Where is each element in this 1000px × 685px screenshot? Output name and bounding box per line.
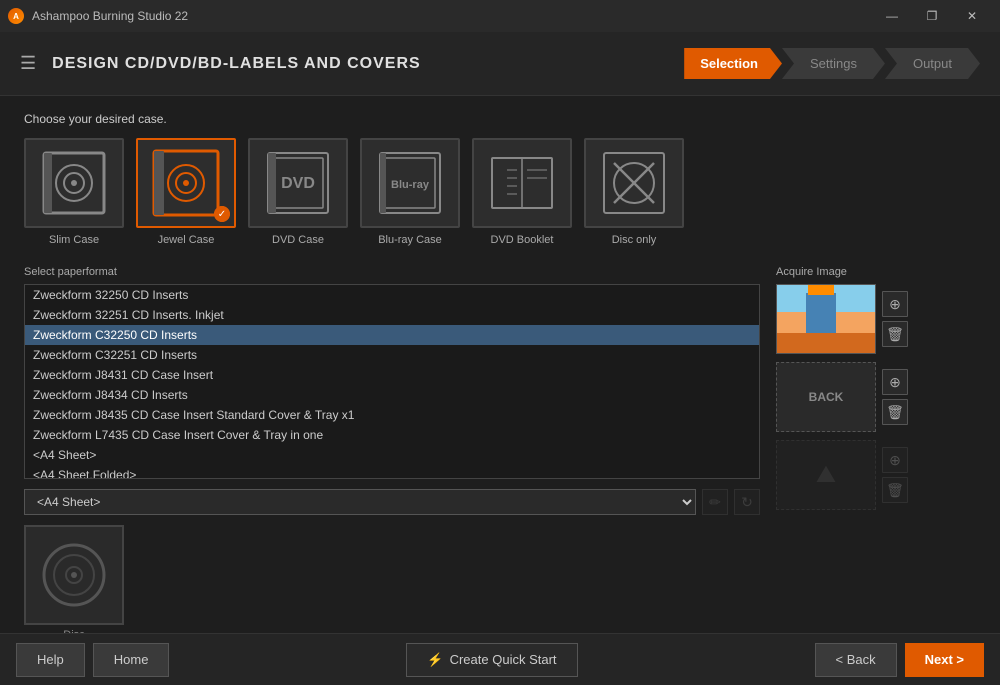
case-disc-only-box[interactable] [584,138,684,228]
footer-center: ⚡ Create Quick Start [406,643,577,677]
front-image-actions: ⊕ 🗑 [882,291,908,347]
right-column: Acquire Image ⊕ 🗑 BACK ⊕ [776,266,976,633]
case-dvd[interactable]: DVD DVD Case [248,138,348,246]
case-bluray[interactable]: Blu-ray Blu-ray Case [360,138,460,246]
back-image-slot: BACK [776,362,876,432]
extra-delete-button: 🗑 [882,477,908,503]
disc-preview-container: Disc [24,525,124,633]
choose-case-label: Choose your desired case. [24,112,976,126]
create-quick-start-button[interactable]: ⚡ Create Quick Start [406,643,577,677]
home-button[interactable]: Home [93,643,170,677]
back-button[interactable]: < Back [815,643,897,677]
disc-preview-icon [39,540,109,610]
paper-dropdown[interactable]: <A4 Sheet> [24,489,696,515]
back-delete-button[interactable]: 🗑 [882,399,908,425]
breadcrumb-output[interactable]: Output [885,48,980,79]
case-dvd-box[interactable]: DVD [248,138,348,228]
window-controls: — ❐ ✕ [872,0,992,32]
edit-icon-button: ✏ [702,489,728,515]
acquire-image-title: Acquire Image [776,266,976,278]
dvd-case-icon: DVD [263,148,333,218]
paper-item-4[interactable]: Zweckform C32251 CD Inserts [25,345,759,365]
header: ☰ DESIGN CD/DVD/BD-LABELS AND COVERS Sel… [0,32,1000,96]
breadcrumb-settings[interactable]: Settings [782,48,885,79]
breadcrumb: Selection Settings Output [684,48,980,79]
case-dvd-label: DVD Case [272,234,324,246]
footer: Help Home ⚡ Create Quick Start < Back Ne… [0,633,1000,685]
back-image-row: BACK ⊕ 🗑 [776,362,976,432]
case-booklet[interactable]: DVD Booklet [472,138,572,246]
beach-building [806,293,836,333]
paper-item-3[interactable]: Zweckform C32250 CD Inserts [25,325,759,345]
svg-text:DVD: DVD [281,175,315,192]
menu-icon[interactable]: ☰ [20,53,36,74]
front-delete-button[interactable]: 🗑 [882,321,908,347]
extra-add-button: ⊕ [882,447,908,473]
disc-only-icon [599,148,669,218]
create-label: Create Quick Start [450,652,557,667]
back-add-button[interactable]: ⊕ [882,369,908,395]
front-image-preview [777,284,875,354]
next-button[interactable]: Next > [905,643,984,677]
minimize-button[interactable]: — [872,0,912,32]
case-jewel[interactable]: ✓ Jewel Case [136,138,236,246]
case-disc-only[interactable]: Disc only [584,138,684,246]
close-button[interactable]: ✕ [952,0,992,32]
paper-item-10[interactable]: <A4 Sheet,Folded> [25,465,759,479]
page-title: DESIGN CD/DVD/BD-LABELS AND COVERS [52,55,421,73]
case-jewel-box[interactable]: ✓ [136,138,236,228]
extra-image-slot: ⛰ [776,440,876,510]
dropdown-row: <A4 Sheet> ✏ ↻ [24,489,760,515]
svg-text:Blu-ray: Blu-ray [391,179,430,191]
paper-item-2[interactable]: Zweckform 32251 CD Inserts. Inkjet [25,305,759,325]
paper-format-list[interactable]: Zweckform 32250 CD Inserts Zweckform 322… [24,284,760,479]
case-selector: Slim Case ✓ Jewel Case [24,138,976,246]
front-image-slot [776,284,876,354]
paper-item-7[interactable]: Zweckform J8435 CD Case Insert Standard … [25,405,759,425]
case-slim-label: Slim Case [49,234,99,246]
paper-format-label: Select paperformat [24,266,760,278]
extra-image-actions: ⊕ 🗑 [882,447,908,503]
content-columns: Select paperformat Zweckform 32250 CD In… [24,266,976,633]
app-icon: A [8,8,24,24]
case-bluray-box[interactable]: Blu-ray [360,138,460,228]
case-booklet-box[interactable] [472,138,572,228]
slim-case-icon [39,148,109,218]
case-slim[interactable]: Slim Case [24,138,124,246]
disc-preview-box [24,525,124,625]
app-title: Ashampoo Burning Studio 22 [32,9,188,23]
extra-image-placeholder: ⛰ [816,461,836,489]
case-jewel-label: Jewel Case [158,234,215,246]
back-image-actions: ⊕ 🗑 [882,369,908,425]
back-slot-label: BACK [809,390,844,404]
left-column: Select paperformat Zweckform 32250 CD In… [24,266,760,633]
case-slim-box[interactable] [24,138,124,228]
restore-button[interactable]: ❐ [912,0,952,32]
dvd-booklet-icon [487,148,557,218]
extra-image-row: ⛰ ⊕ 🗑 [776,440,976,510]
paper-item-9[interactable]: <A4 Sheet> [25,445,759,465]
main-content: Choose your desired case. Slim Case [0,96,1000,633]
paper-item-1[interactable]: Zweckform 32250 CD Inserts [25,285,759,305]
bluray-case-icon: Blu-ray [375,148,445,218]
create-icon: ⚡ [427,652,443,668]
footer-left: Help Home [16,643,169,677]
paper-item-6[interactable]: Zweckform J8434 CD Inserts [25,385,759,405]
refresh-icon-button: ↻ [734,489,760,515]
footer-right: < Back Next > [815,643,985,677]
case-disc-only-label: Disc only [612,234,657,246]
paper-item-8[interactable]: Zweckform L7435 CD Case Insert Cover & T… [25,425,759,445]
titlebar: A Ashampoo Burning Studio 22 — ❐ ✕ [0,0,1000,32]
case-bluray-label: Blu-ray Case [378,234,442,246]
front-add-button[interactable]: ⊕ [882,291,908,317]
disc-preview-row: Disc [24,525,760,633]
jewel-case-icon [151,148,221,218]
breadcrumb-selection[interactable]: Selection [684,48,782,79]
help-button[interactable]: Help [16,643,85,677]
front-image-row: ⊕ 🗑 [776,284,976,354]
paper-item-5[interactable]: Zweckform J8431 CD Case Insert [25,365,759,385]
case-booklet-label: DVD Booklet [491,234,554,246]
